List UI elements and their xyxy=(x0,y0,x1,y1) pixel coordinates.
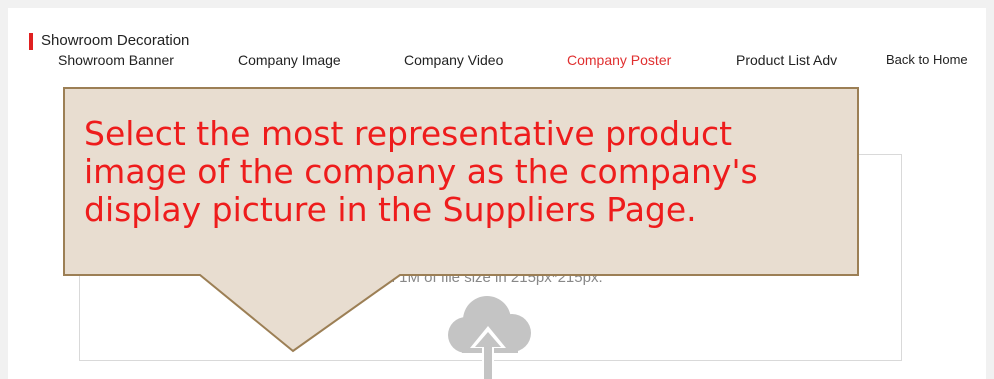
tab-company-video[interactable]: Company Video xyxy=(404,52,503,68)
tab-showroom-banner[interactable]: Showroom Banner xyxy=(58,52,174,68)
tab-company-poster[interactable]: Company Poster xyxy=(567,52,671,68)
tab-product-list-adv[interactable]: Product List Adv xyxy=(736,52,837,68)
section-title-marker xyxy=(29,33,33,50)
cloud-upload-icon[interactable] xyxy=(440,290,536,379)
back-to-home-link[interactable]: Back to Home xyxy=(886,52,968,67)
tooltip-text: Select the most representative product i… xyxy=(84,114,758,229)
tab-company-image[interactable]: Company Image xyxy=(238,52,341,68)
section-title: Showroom Decoration xyxy=(41,32,190,49)
upload-hint: Maximum 1M of file size in 215px*215px. xyxy=(330,269,603,286)
